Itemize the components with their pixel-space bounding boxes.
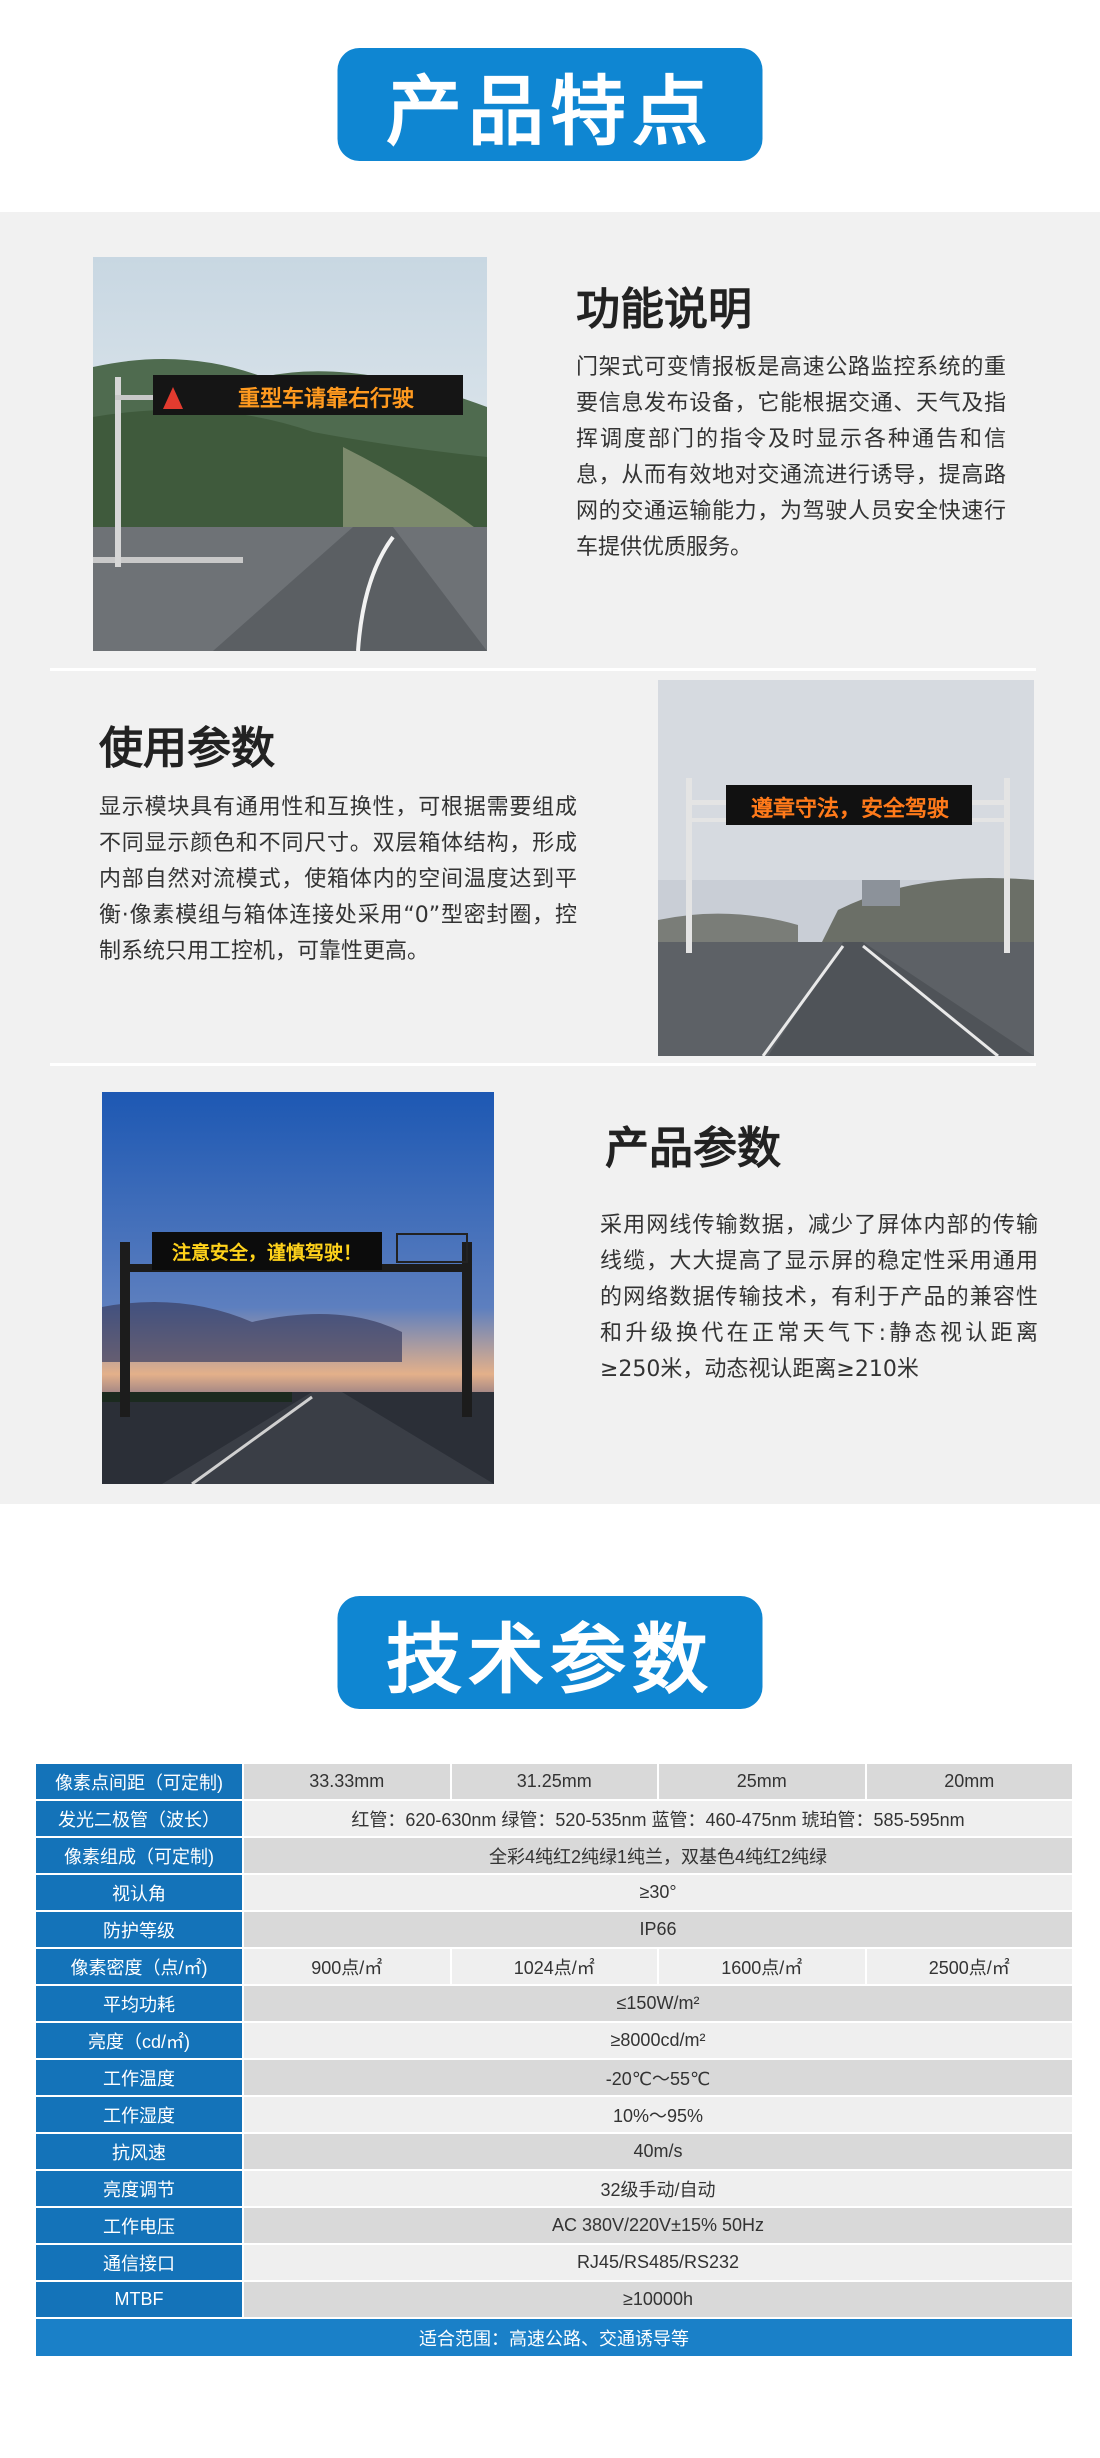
spec-value: 31.25mm — [449, 1762, 659, 1801]
spec-value: 33.33mm — [242, 1762, 452, 1801]
table-footer-row: 适合范围：高速公路、交通诱导等 — [34, 2317, 1074, 2358]
table-row: 工作温度 -20℃～55℃ — [34, 2058, 1074, 2097]
spec-value: 900点/㎡ — [242, 1947, 452, 1986]
spec-value: RJ45/RS485/RS232 — [242, 2243, 1074, 2282]
spec-label: 发光二极管（波长） — [34, 1799, 244, 1838]
spec-value: ≥8000cd/m² — [242, 2021, 1074, 2060]
spec-table: 像素点间距（可定制) 33.33mm 31.25mm 25mm 20mm 发光二极管（波长… — [34, 1762, 1074, 2358]
table-row: 防护等级 IP66 — [34, 1910, 1074, 1949]
spec-label: 像素点间距（可定制) — [34, 1762, 244, 1801]
spec-value: 40m/s — [242, 2132, 1074, 2171]
spec-label: 像素密度（点/㎡) — [34, 1947, 244, 1986]
section-divider — [50, 668, 1036, 671]
spec-label: 工作电压 — [34, 2206, 244, 2245]
table-row: 工作电压 AC 380V/220V±15% 50Hz — [34, 2206, 1074, 2245]
applicable-scope: 适合范围：高速公路、交通诱导等 — [34, 2317, 1074, 2358]
table-row: MTBF ≥10000h — [34, 2280, 1074, 2319]
spec-label: 亮度调节 — [34, 2169, 244, 2208]
section-title-product-params: 产品参数 — [605, 1123, 781, 1174]
spec-label: 亮度（cd/㎡) — [34, 2021, 244, 2060]
table-row: 通信接口 RJ45/RS485/RS232 — [34, 2243, 1074, 2282]
spec-value: ≥10000h — [242, 2280, 1074, 2319]
spec-label: 平均功耗 — [34, 1984, 244, 2023]
highway-sign-photo-1: 重型车请靠右行驶 — [93, 257, 487, 651]
spec-value: 20mm — [864, 1762, 1074, 1801]
table-row: 发光二极管（波长） 红管：620-630nm 绿管：520-535nm 蓝管：46… — [34, 1799, 1074, 1838]
spec-value: 2500点/㎡ — [864, 1947, 1074, 1986]
section-title-function: 功能说明 — [576, 284, 752, 335]
spec-value: -20℃～55℃ — [242, 2058, 1074, 2097]
spec-value: ≤150W/m² — [242, 1984, 1074, 2023]
section-text-function: 门架式可变情报板是高速公路监控系统的重要信息发布设备，它能根据交通、天气及指挥调… — [576, 355, 1006, 560]
spec-value: AC 380V/220V±15% 50Hz — [242, 2206, 1074, 2245]
spec-value: 1600点/㎡ — [657, 1947, 867, 1986]
table-row: 工作湿度 10%～95% — [34, 2095, 1074, 2134]
spec-value: 全彩4纯红2纯绿1纯兰，双基色4纯红2纯绿 — [242, 1836, 1074, 1875]
spec-label: 防护等级 — [34, 1910, 244, 1949]
spec-label: 视认角 — [34, 1873, 244, 1912]
specs-banner: 技术参数 — [337, 1596, 763, 1709]
spec-value: 红管：620-630nm 绿管：520-535nm 蓝管：460-475nm 琥… — [242, 1799, 1074, 1838]
highway-sign-photo-3: 注意安全，谨慎驾驶！ — [102, 1092, 494, 1484]
led-sign-text: 注意安全，谨慎驾驶！ — [171, 1242, 362, 1264]
section-text-product-params: 采用网线传输数据，减少了屏体内部的传输线缆，大大提高了显示屏的稳定性采用通用的网… — [600, 1213, 1038, 1382]
spec-label: 工作湿度 — [34, 2095, 244, 2134]
spec-value: 1024点/㎡ — [449, 1947, 659, 1986]
table-row: 抗风速 40m/s — [34, 2132, 1074, 2171]
spec-value: 25mm — [657, 1762, 867, 1801]
spec-label: 通信接口 — [34, 2243, 244, 2282]
spec-label: 工作温度 — [34, 2058, 244, 2097]
table-row: 像素密度（点/㎡) 900点/㎡ 1024点/㎡ 1600点/㎡ 2500点/㎡ — [34, 1947, 1074, 1986]
led-sign-text: 重型车请靠右行驶 — [237, 386, 414, 412]
led-sign-text: 遵章守法，安全驾驶 — [750, 796, 949, 822]
spec-value: ≥30° — [242, 1873, 1074, 1912]
table-row: 像素点间距（可定制) 33.33mm 31.25mm 25mm 20mm — [34, 1762, 1074, 1801]
section-divider — [50, 1063, 1036, 1066]
table-row: 亮度（cd/㎡) ≥8000cd/m² — [34, 2021, 1074, 2060]
table-row: 视认角 ≥30° — [34, 1873, 1074, 1912]
table-row: 平均功耗 ≤150W/m² — [34, 1984, 1074, 2023]
highway-sign-photo-2: 遵章守法，安全驾驶 — [658, 680, 1034, 1056]
section-text-usage: 显示模块具有通用性和互换性，可根据需要组成不同显示颜色和不同尺寸。双层箱体结构，… — [99, 795, 577, 964]
spec-value: 10%～95% — [242, 2095, 1074, 2134]
spec-label: 抗风速 — [34, 2132, 244, 2171]
table-row: 亮度调节 32级手动/自动 — [34, 2169, 1074, 2208]
table-row: 像素组成（可定制) 全彩4纯红2纯绿1纯兰，双基色4纯红2纯绿 — [34, 1836, 1074, 1875]
features-banner: 产品特点 — [337, 48, 763, 161]
spec-value: IP66 — [242, 1910, 1074, 1949]
section-title-usage: 使用参数 — [99, 723, 275, 774]
spec-label: MTBF — [34, 2280, 244, 2319]
spec-value: 32级手动/自动 — [242, 2169, 1074, 2208]
spec-label: 像素组成（可定制) — [34, 1836, 244, 1875]
